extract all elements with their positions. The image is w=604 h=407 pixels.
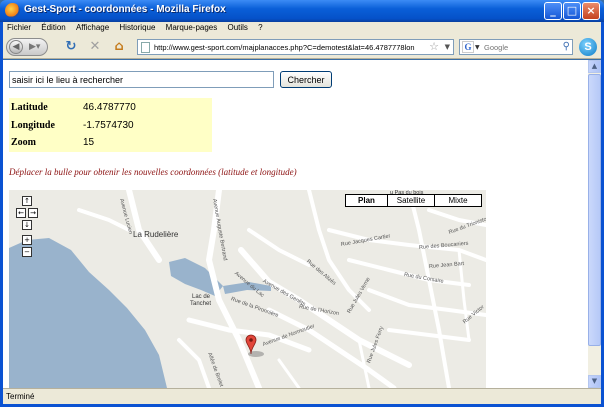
home-icon[interactable]: ⌂ <box>111 39 127 55</box>
menu-aide[interactable]: ? <box>254 22 266 32</box>
page-content: Chercher Latitude 46.4787770 Longitude -… <box>3 60 588 388</box>
stop-icon[interactable]: ✕ <box>87 39 103 55</box>
web-search-box[interactable]: G ▼ ⚲ <box>459 39 573 55</box>
page-icon <box>141 42 150 53</box>
map-type-selector: Plan Satellite Mixte <box>345 194 482 207</box>
pan-right-button[interactable]: → <box>28 208 38 218</box>
url-text[interactable]: http://www.gest-sport.com/majplanacces.p… <box>154 43 424 52</box>
sea-area <box>9 238 167 388</box>
scroll-down-arrow-icon[interactable]: ▼ <box>588 375 601 388</box>
window-title: Gest-Sport - coordonnées - Mozilla Firef… <box>24 4 226 15</box>
menu-marque-pages[interactable]: Marque-pages <box>162 22 222 32</box>
forward-arrow-icon[interactable]: ▶▾ <box>29 42 40 52</box>
menu-fichier[interactable]: Fichier <box>3 22 35 32</box>
search-engine-dropdown-icon[interactable]: ▼ <box>475 40 480 55</box>
close-button[interactable]: × <box>582 2 600 20</box>
pan-left-button[interactable]: ← <box>16 208 26 218</box>
coord-row-zoom: Zoom 15 <box>11 134 211 151</box>
map-type-mixte[interactable]: Mixte <box>435 195 481 206</box>
back-forward-group: ◀ ▶▾ <box>6 38 48 56</box>
google-logo-icon[interactable]: G <box>462 41 474 53</box>
menu-affichage[interactable]: Affichage <box>72 22 113 32</box>
place-la-rudeliere: La Rudelière <box>133 230 179 239</box>
url-dropdown-icon[interactable]: ▼ <box>445 40 450 55</box>
skype-icon[interactable]: S <box>579 38 597 56</box>
search-button[interactable]: Chercher <box>280 71 332 88</box>
place-search-input[interactable] <box>9 71 274 88</box>
longitude-value: -1.7574730 <box>83 120 134 131</box>
maximize-button[interactable]: □ <box>563 2 581 20</box>
latitude-value: 46.4787770 <box>83 102 136 113</box>
firefox-icon <box>5 3 20 18</box>
map-canvas[interactable] <box>9 190 486 388</box>
coord-row-longitude: Longitude -1.7574730 <box>11 117 211 134</box>
reload-icon[interactable]: ↻ <box>63 39 79 55</box>
scroll-up-arrow-icon[interactable]: ▲ <box>588 60 601 73</box>
zoom-out-button[interactable]: − <box>22 247 32 257</box>
url-bar[interactable]: http://www.gest-sport.com/majplanacces.p… <box>137 39 454 55</box>
coord-row-latitude: Latitude 46.4787770 <box>11 99 211 116</box>
vertical-scrollbar[interactable]: ▲ ▼ <box>588 60 601 388</box>
map-type-satellite[interactable]: Satellite <box>388 195 435 206</box>
menu-outils[interactable]: Outils <box>223 22 251 32</box>
bookmark-star-icon[interactable]: ☆ <box>429 40 439 54</box>
menu-historique[interactable]: Historique <box>115 22 159 32</box>
status-text: Terminé <box>6 392 35 401</box>
title-bar: Gest-Sport - coordonnées - Mozilla Firef… <box>0 0 604 22</box>
status-bar: Terminé <box>3 388 601 404</box>
zoom-in-button[interactable]: + <box>22 235 32 245</box>
navigation-toolbar: ◀ ▶▾ ↻ ✕ ⌂ http://www.gest-sport.com/maj… <box>3 35 601 59</box>
latitude-label: Latitude <box>11 102 48 113</box>
zoom-label: Zoom <box>11 137 36 148</box>
pan-up-button[interactable]: ↑ <box>22 196 32 206</box>
location-marker[interactable] <box>245 334 264 357</box>
place-lac-de-tanchet-2: Tanchet <box>190 301 212 307</box>
menu-edition[interactable]: Édition <box>37 22 69 32</box>
menu-bar: Fichier Édition Affichage Historique Mar… <box>3 22 601 35</box>
pan-down-button[interactable]: ↓ <box>22 220 32 230</box>
back-arrow-icon[interactable]: ◀ <box>9 40 23 54</box>
zoom-value: 15 <box>83 137 95 148</box>
minimize-button[interactable]: _ <box>544 2 562 20</box>
coordinates-table: Latitude 46.4787770 Longitude -1.7574730… <box>9 98 212 152</box>
google-map[interactable]: La Rudelière Lac de Tanchet u Pas du boi… <box>9 190 486 388</box>
longitude-label: Longitude <box>11 120 55 131</box>
search-icon[interactable]: ⚲ <box>563 40 570 54</box>
web-search-input[interactable] <box>484 41 556 53</box>
scroll-thumb[interactable] <box>588 74 601 346</box>
map-type-plan[interactable]: Plan <box>346 195 388 206</box>
place-lac-de-tanchet: Lac de <box>192 294 211 300</box>
drag-marker-hint: Déplacer la bulle pour obtenir les nouve… <box>9 167 297 177</box>
